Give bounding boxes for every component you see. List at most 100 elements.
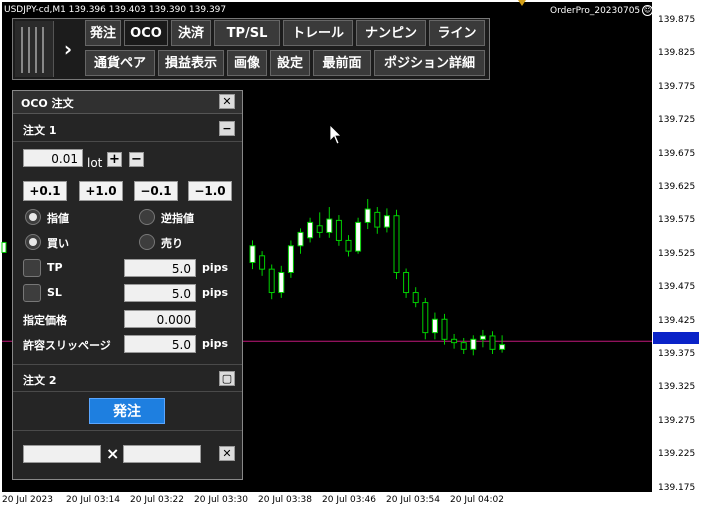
stop-radio[interactable]: [139, 209, 155, 225]
divider: [13, 141, 242, 142]
lot-input[interactable]: 0.01: [23, 149, 83, 167]
candle-body: [374, 211, 381, 228]
candle-body: [364, 208, 371, 223]
price-tick-label: 139.225: [658, 449, 696, 460]
sl-input[interactable]: 5.0: [124, 284, 196, 302]
price-tick-label: 139.325: [658, 382, 696, 393]
tp-label: TP: [47, 261, 63, 274]
candle-body: [287, 245, 294, 273]
price-tick-label: 139.825: [658, 48, 696, 59]
time-tick-label: 20 Jul 04:02: [450, 495, 504, 505]
time-tick-label: 20 Jul 03:54: [386, 495, 440, 505]
step-plus-0-1-button[interactable]: +0.1: [23, 181, 67, 201]
candle-body: [403, 272, 410, 294]
step-minus-1-0-button[interactable]: −1.0: [188, 181, 232, 201]
sl-unit: pips: [202, 286, 229, 299]
candle-body: [499, 344, 506, 350]
tab-settings[interactable]: 設定: [270, 50, 310, 76]
tab-nanpin[interactable]: ナンピン: [356, 20, 426, 46]
minimize-icon[interactable]: −: [219, 121, 235, 136]
price-tick-label: 139.675: [658, 148, 696, 159]
candle-body: [355, 221, 362, 252]
price-tick-label: 139.525: [658, 248, 696, 259]
step-minus-0-1-button[interactable]: −0.1: [134, 181, 178, 201]
chevron-right-icon[interactable]: ›: [57, 35, 79, 63]
bottom-left-input[interactable]: [23, 445, 101, 463]
time-tick-label: 20 Jul 03:30: [194, 495, 248, 505]
sell-radio[interactable]: [139, 234, 155, 250]
lot-unit: lot: [87, 156, 103, 170]
candle-body: [316, 225, 323, 233]
candle-body: [470, 338, 477, 350]
close-icon[interactable]: ✕: [219, 94, 235, 109]
time-tick-label: 20 Jul 03:14: [66, 495, 120, 505]
price-tick-label: 139.475: [658, 282, 696, 293]
close-icon[interactable]: ✕: [219, 446, 235, 461]
bottom-right-input[interactable]: [123, 445, 201, 463]
time-tick-label: 20 Jul 2023: [2, 495, 53, 505]
price-input[interactable]: 0.000: [124, 310, 196, 328]
tab-oco[interactable]: OCO: [124, 20, 168, 46]
slippage-unit: pips: [202, 337, 229, 350]
tab-trail[interactable]: トレール: [283, 20, 353, 46]
tp-unit: pips: [202, 261, 229, 274]
step-plus-1-0-button[interactable]: +1.0: [79, 181, 123, 201]
candle-body: [345, 239, 352, 252]
grip-icon[interactable]: [15, 21, 54, 77]
candle-body: [268, 268, 275, 294]
tab-tpsl[interactable]: TP/SL: [214, 20, 280, 46]
time-tick-label: 20 Jul 03:38: [258, 495, 312, 505]
limit-radio[interactable]: [25, 209, 41, 225]
price-tick-label: 139.425: [658, 315, 696, 326]
tab-currency-pair[interactable]: 通貨ペア: [85, 50, 155, 76]
limit-label: 指値: [47, 212, 69, 225]
tab-image[interactable]: 画像: [227, 50, 267, 76]
candle-body: [278, 272, 285, 294]
candle-body: [441, 318, 448, 340]
tp-input[interactable]: 5.0: [124, 259, 196, 277]
price-tick-label: 139.175: [658, 482, 696, 493]
tab-position-detail[interactable]: ポジション詳細: [374, 50, 485, 76]
tab-pl-display[interactable]: 損益表示: [158, 50, 224, 76]
order1-label: 注文 1: [23, 124, 57, 137]
time-tick-label: 20 Jul 03:22: [130, 495, 184, 505]
stop-label: 逆指値: [161, 212, 194, 225]
price-tick-label: 139.275: [658, 415, 696, 426]
tab-topmost[interactable]: 最前面: [313, 50, 371, 76]
candle-body: [460, 342, 467, 350]
brand-label: OrderPro_20230705 ☺: [550, 5, 654, 16]
send-order-button[interactable]: 発注: [89, 398, 165, 424]
maximize-icon[interactable]: ▢: [219, 371, 235, 386]
price-tick-label: 139.725: [658, 115, 696, 126]
oco-order-panel: OCO 注文 ✕ 注文 1 − 0.01 lot + − +0.1 +1.0 −…: [12, 90, 243, 480]
candle-body: [307, 221, 314, 239]
tp-checkbox[interactable]: [23, 259, 41, 277]
price-tick-label: 139.575: [658, 215, 696, 226]
buy-label: 買い: [47, 237, 69, 250]
lot-minus-button[interactable]: −: [129, 152, 144, 167]
multiply-icon: ×: [106, 444, 120, 463]
candle-body: [451, 338, 458, 344]
tab-settle[interactable]: 決済: [171, 20, 211, 46]
tab-order[interactable]: 発注: [85, 20, 121, 46]
buy-radio[interactable]: [25, 234, 41, 250]
order-toolbar: › 発注 OCO 決済 TP/SL トレール ナンピン ライン 通貨ペア 損益表…: [12, 18, 490, 80]
divider: [13, 430, 242, 431]
brand-text: OrderPro_20230705: [550, 6, 641, 16]
candle-body: [335, 219, 342, 241]
lot-plus-button[interactable]: +: [107, 152, 122, 167]
candle-body: [326, 218, 333, 233]
price-tick-label: 139.875: [658, 15, 696, 25]
candle-body: [1, 241, 7, 253]
sell-label: 売り: [161, 237, 183, 250]
price-tick-label: 139.775: [658, 81, 696, 92]
panel-title-bar[interactable]: OCO 注文 ✕: [13, 91, 242, 114]
slippage-input[interactable]: 5.0: [124, 335, 196, 353]
sl-checkbox[interactable]: [23, 284, 41, 302]
candle-body: [383, 215, 390, 228]
price-tick-label: 139.375: [658, 349, 696, 359]
divider: [13, 364, 242, 365]
candle-body: [297, 231, 304, 247]
tab-line[interactable]: ライン: [429, 20, 485, 46]
chart-shift-marker[interactable]: [518, 0, 526, 6]
